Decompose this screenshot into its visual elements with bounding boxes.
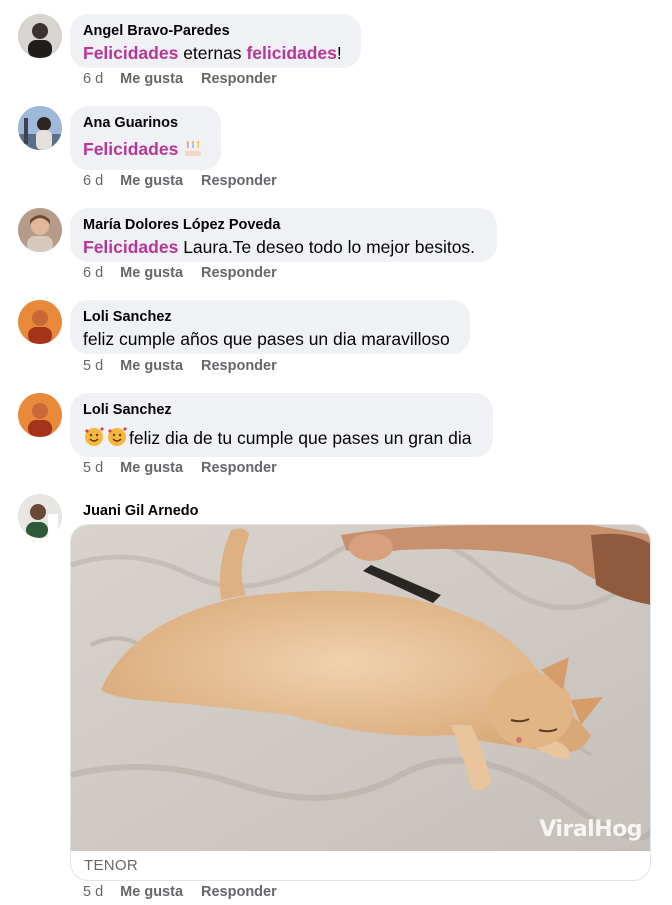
comment-actions: 5 d Me gusta Responder [83, 460, 277, 476]
hashtag-felicidades[interactable]: Felicidades [83, 43, 178, 63]
comment-text: feliz dia de tu cumple que pases un gran… [83, 425, 480, 452]
avatar[interactable] [18, 106, 62, 150]
like-button[interactable]: Me gusta [120, 358, 183, 374]
comment-actions: 6 d Me gusta Responder [83, 173, 277, 189]
comment-actions: 5 d Me gusta Responder [83, 358, 277, 374]
avatar[interactable] [18, 208, 62, 252]
comment-bubble: Loli Sanchez feliz dia de tu cumple que … [70, 393, 493, 457]
text-fragment: ! [336, 43, 342, 63]
text-fragment: Laura.Te deseo todo lo mejor besitos. [178, 237, 476, 257]
comment-time[interactable]: 6 d [83, 71, 103, 87]
comment-author[interactable]: Loli Sanchez [83, 401, 480, 419]
reply-button[interactable]: Responder [201, 173, 277, 189]
comment-text: Felicidades Laura.Te deseo todo lo mejor… [83, 236, 484, 258]
comment-text: Felicidades eternas felicidades! [83, 42, 348, 64]
comment-actions: 5 d Me gusta Responder [83, 884, 277, 900]
text-fragment: feliz dia de tu cumple que pases un gran… [129, 428, 472, 448]
comment-bubble: Loli Sanchez feliz cumple años que pases… [70, 300, 470, 354]
comment-author[interactable]: Angel Bravo-Paredes [83, 22, 348, 40]
reply-button[interactable]: Responder [201, 884, 277, 900]
hashtag-felicidades[interactable]: felicidades [246, 43, 336, 63]
cat-being-brushed-gif[interactable] [71, 525, 651, 851]
comment-author[interactable]: María Dolores López Poveda [83, 216, 484, 234]
comment-text: Felicidades [83, 138, 208, 163]
comment-time[interactable]: 5 d [83, 460, 103, 476]
reply-button[interactable]: Responder [201, 71, 277, 87]
gif-watermark: ViralHog [539, 817, 642, 842]
comment-actions: 6 d Me gusta Responder [83, 265, 277, 281]
avatar[interactable] [18, 14, 62, 58]
comment-bubble: Angel Bravo-Paredes Felicidades eternas … [70, 14, 361, 68]
reply-button[interactable]: Responder [201, 265, 277, 281]
gif-source-label[interactable]: TENOR [84, 857, 138, 874]
comment-time[interactable]: 6 d [83, 265, 103, 281]
avatar[interactable] [18, 494, 62, 538]
gif-attachment[interactable]: ViralHog TENOR [70, 524, 651, 881]
like-button[interactable]: Me gusta [120, 884, 183, 900]
comment-actions: 6 d Me gusta Responder [83, 71, 277, 87]
comment-time[interactable]: 6 d [83, 173, 103, 189]
comment-author[interactable]: Juani Gil Arnedo [83, 502, 198, 520]
avatar[interactable] [18, 300, 62, 344]
like-button[interactable]: Me gusta [120, 460, 183, 476]
hashtag-felicidades[interactable]: Felicidades [83, 139, 178, 159]
like-button[interactable]: Me gusta [120, 173, 183, 189]
comment-time[interactable]: 5 d [83, 884, 103, 900]
avatar[interactable] [18, 393, 62, 437]
text-fragment: eternas [178, 43, 247, 63]
comment-author[interactable]: Ana Guarinos [83, 114, 208, 132]
reply-button[interactable]: Responder [201, 460, 277, 476]
reply-button[interactable]: Responder [201, 358, 277, 374]
comment-author[interactable]: Loli Sanchez [83, 308, 457, 326]
comment-text: feliz cumple años que pases un dia marav… [83, 329, 450, 349]
like-button[interactable]: Me gusta [120, 265, 183, 281]
comment-time[interactable]: 5 d [83, 358, 103, 374]
comment-bubble: María Dolores López Poveda Felicidades L… [70, 208, 497, 262]
like-button[interactable]: Me gusta [120, 71, 183, 87]
smiling-face-with-hearts-emoji [83, 425, 129, 452]
comment-bubble: Ana Guarinos Felicidades [70, 106, 221, 170]
cake-emoji [183, 138, 203, 163]
hashtag-felicidades[interactable]: Felicidades [83, 237, 178, 257]
